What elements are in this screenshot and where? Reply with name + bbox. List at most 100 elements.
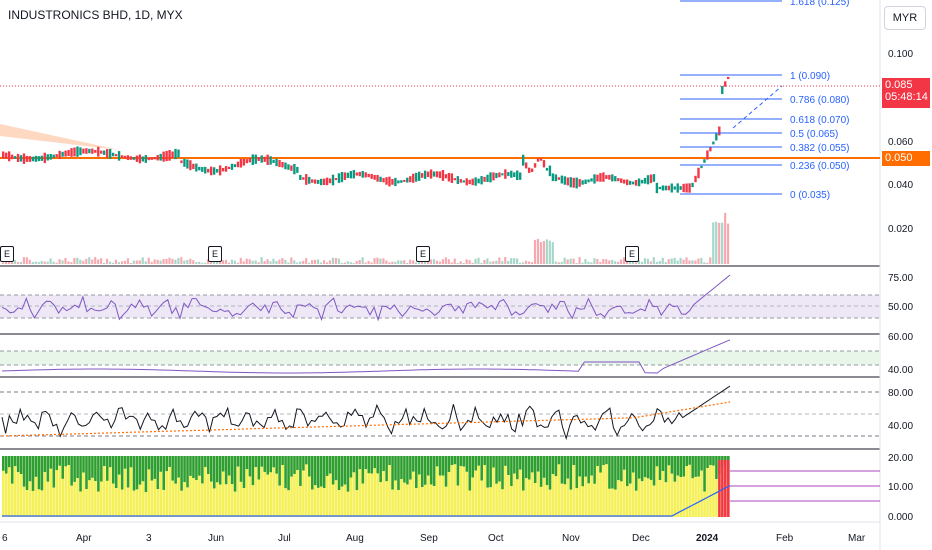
- osc-bar-yellow: [379, 482, 382, 517]
- time-axis[interactable]: 6 Apr 3 Jun Jul Aug Sep Oct Nov Dec 2024…: [2, 533, 866, 544]
- candle: [694, 175, 697, 183]
- candle: [296, 166, 299, 173]
- candle: [159, 153, 162, 161]
- candle: [79, 147, 82, 156]
- volume-bar: [114, 259, 118, 264]
- earnings-marker[interactable]: E: [625, 246, 639, 262]
- volume-bar: [40, 260, 43, 264]
- osc-bar-yellow: [527, 479, 531, 517]
- candle: [58, 150, 61, 159]
- osc-bar-green: [207, 456, 210, 475]
- osc-bar-yellow: [712, 465, 715, 517]
- volume-bar: [224, 259, 228, 264]
- osc-bar-green: [328, 456, 332, 474]
- stoch-tick: 40.00: [888, 421, 913, 432]
- volume-bar: [64, 257, 67, 264]
- volume-bar: [174, 259, 177, 264]
- osc-bar-yellow: [536, 471, 540, 517]
- candle: [290, 165, 293, 171]
- volume-bar: [126, 258, 129, 264]
- osc-bar-green: [667, 456, 671, 466]
- osc-bar-green: [150, 456, 154, 481]
- osc-bar-yellow: [67, 465, 70, 517]
- volume-bar: [403, 260, 406, 264]
- volume-bar: [257, 262, 260, 264]
- volume-bar: [352, 262, 355, 264]
- volume-bar: [450, 262, 453, 264]
- volume-bar: [620, 259, 623, 264]
- osc-bar-green: [670, 456, 674, 474]
- osc-bar-green: [495, 456, 498, 484]
- osc-bar-yellow: [212, 488, 216, 517]
- osc-bar-yellow: [587, 483, 590, 517]
- osc-bar-yellow: [637, 478, 641, 517]
- osc-bar-green: [578, 456, 582, 477]
- volume-bar: [391, 261, 394, 264]
- osc-bar-yellow: [192, 478, 195, 517]
- candle: [278, 160, 281, 168]
- osc-bar-green: [94, 456, 97, 482]
- candle: [661, 185, 665, 191]
- volume-bar: [49, 258, 52, 264]
- candle: [275, 158, 278, 167]
- osc-bar-green: [198, 456, 201, 476]
- volume-bar: [52, 261, 55, 264]
- candle: [171, 151, 174, 158]
- osc-bar-yellow: [269, 472, 272, 517]
- osc-bar-green: [388, 456, 391, 466]
- candle: [260, 155, 263, 163]
- candle: [712, 141, 715, 145]
- osc-bar-yellow: [94, 481, 97, 517]
- candle: [227, 166, 231, 170]
- candle: [700, 165, 703, 169]
- osc-bar-green: [346, 456, 350, 492]
- earnings-marker[interactable]: E: [208, 246, 222, 262]
- osc-bar-green: [159, 456, 163, 472]
- volume-bar: [536, 238, 540, 264]
- earnings-marker[interactable]: E: [416, 246, 430, 262]
- osc-bar-green: [19, 456, 23, 475]
- candle: [584, 179, 587, 185]
- volume-bar: [275, 260, 278, 264]
- osc-bar-green: [10, 456, 14, 484]
- volume-bar: [305, 258, 308, 264]
- candle: [379, 176, 382, 182]
- osc-bar-yellow: [349, 477, 353, 517]
- volume-bar: [605, 259, 608, 264]
- osc-bar-green: [620, 456, 623, 482]
- osc-bar-yellow: [221, 471, 225, 517]
- osc-bar-green: [688, 456, 691, 465]
- osc-bar-green: [290, 456, 293, 477]
- candle: [132, 157, 136, 160]
- volume-bar: [79, 259, 82, 264]
- osc-bar-green: [453, 456, 457, 465]
- osc-bar-yellow: [319, 486, 323, 517]
- volume-bar: [590, 262, 593, 264]
- osc-bar-green: [322, 456, 326, 489]
- candle: [626, 179, 629, 186]
- candle: [664, 185, 667, 191]
- osc-bar-green: [441, 456, 445, 476]
- osc-bar-green: [61, 456, 64, 479]
- chart-canvas[interactable]: 1.618 (0.125) 1 (0.090) 0.786 (0.080) 0.618…: [0, 0, 932, 550]
- candle: [64, 150, 67, 157]
- osc-bar-yellow: [423, 484, 427, 517]
- volume-bar: [266, 259, 269, 264]
- osc-bar-yellow: [605, 464, 608, 517]
- volume-bar: [721, 222, 724, 264]
- osc-bar-green: [91, 456, 94, 478]
- osc-bar-green: [331, 456, 335, 485]
- candle: [245, 159, 249, 164]
- volume-bar: [334, 257, 337, 264]
- candle: [504, 169, 507, 179]
- candle: [73, 147, 76, 157]
- volume-bar: [655, 261, 658, 264]
- candle: [471, 178, 474, 186]
- osc-bar-yellow: [2, 470, 5, 517]
- osc-bar-green: [138, 456, 142, 485]
- candle: [263, 156, 266, 162]
- earnings-marker[interactable]: E: [0, 246, 14, 262]
- osc-bar-green: [664, 456, 668, 483]
- candle: [97, 146, 100, 157]
- osc-bar-yellow: [138, 484, 142, 517]
